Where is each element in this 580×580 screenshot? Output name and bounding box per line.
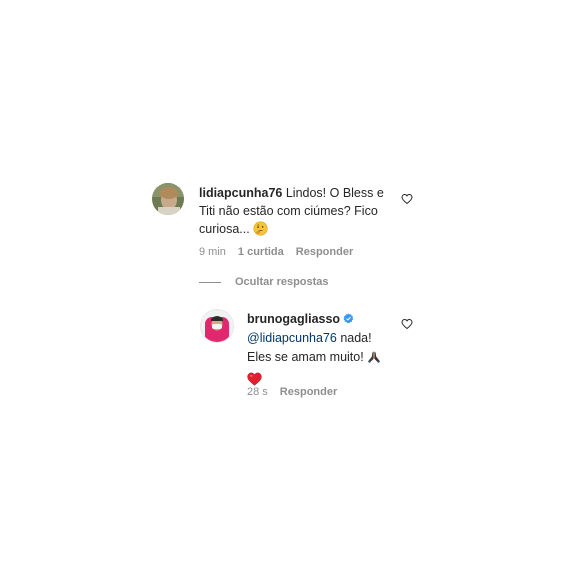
thinking-face-emoji-icon xyxy=(253,221,268,241)
reply-text-line1: nada! xyxy=(336,331,372,345)
comment-username[interactable]: lidiapcunha76 xyxy=(199,186,282,200)
comment-text-line3: curiosa... xyxy=(199,222,250,236)
comment-likes-count[interactable]: 1 curtida xyxy=(238,246,284,258)
verified-badge-icon xyxy=(343,311,354,324)
reply-button[interactable]: Responder xyxy=(296,246,353,258)
comment-text: lidiapcunha76 Lindos! O Bless e Titi não… xyxy=(199,184,394,241)
mention-link[interactable]: @lidiapcunha76 xyxy=(247,331,337,345)
praying-hands-emoji-icon xyxy=(367,350,381,370)
hide-replies-button[interactable]: Ocultar respostas xyxy=(199,276,329,288)
reply-timestamp[interactable]: 28 s xyxy=(247,386,268,398)
comment-text-line2: Titi não estão com ciúmes? Fico xyxy=(199,204,378,218)
comment-text-line1: Lindos! O Bless e xyxy=(285,186,384,200)
heart-outline-icon xyxy=(401,318,413,330)
reply-text: brunogagliasso @lidiapcunha76 nada! Eles… xyxy=(247,310,397,392)
heart-outline-icon xyxy=(401,193,413,205)
reply-username[interactable]: brunogagliasso xyxy=(247,312,340,326)
reply-text-line2: Eles se amam muito! xyxy=(247,350,364,364)
reply-meta: 28 s Responder xyxy=(247,386,337,398)
commenter-avatar[interactable] xyxy=(152,183,184,215)
divider-line xyxy=(199,281,221,283)
comment-meta: 9 min 1 curtida Responder xyxy=(199,246,353,258)
user-photo-avatar-icon xyxy=(201,310,233,342)
comment-timestamp[interactable]: 9 min xyxy=(199,246,226,258)
hide-replies-label: Ocultar respostas xyxy=(235,276,329,288)
reply-reply-button[interactable]: Responder xyxy=(280,386,337,398)
replier-avatar[interactable] xyxy=(200,309,234,343)
like-reply-button[interactable] xyxy=(401,318,413,330)
user-photo-avatar-icon xyxy=(152,183,184,215)
like-comment-button[interactable] xyxy=(401,193,413,205)
